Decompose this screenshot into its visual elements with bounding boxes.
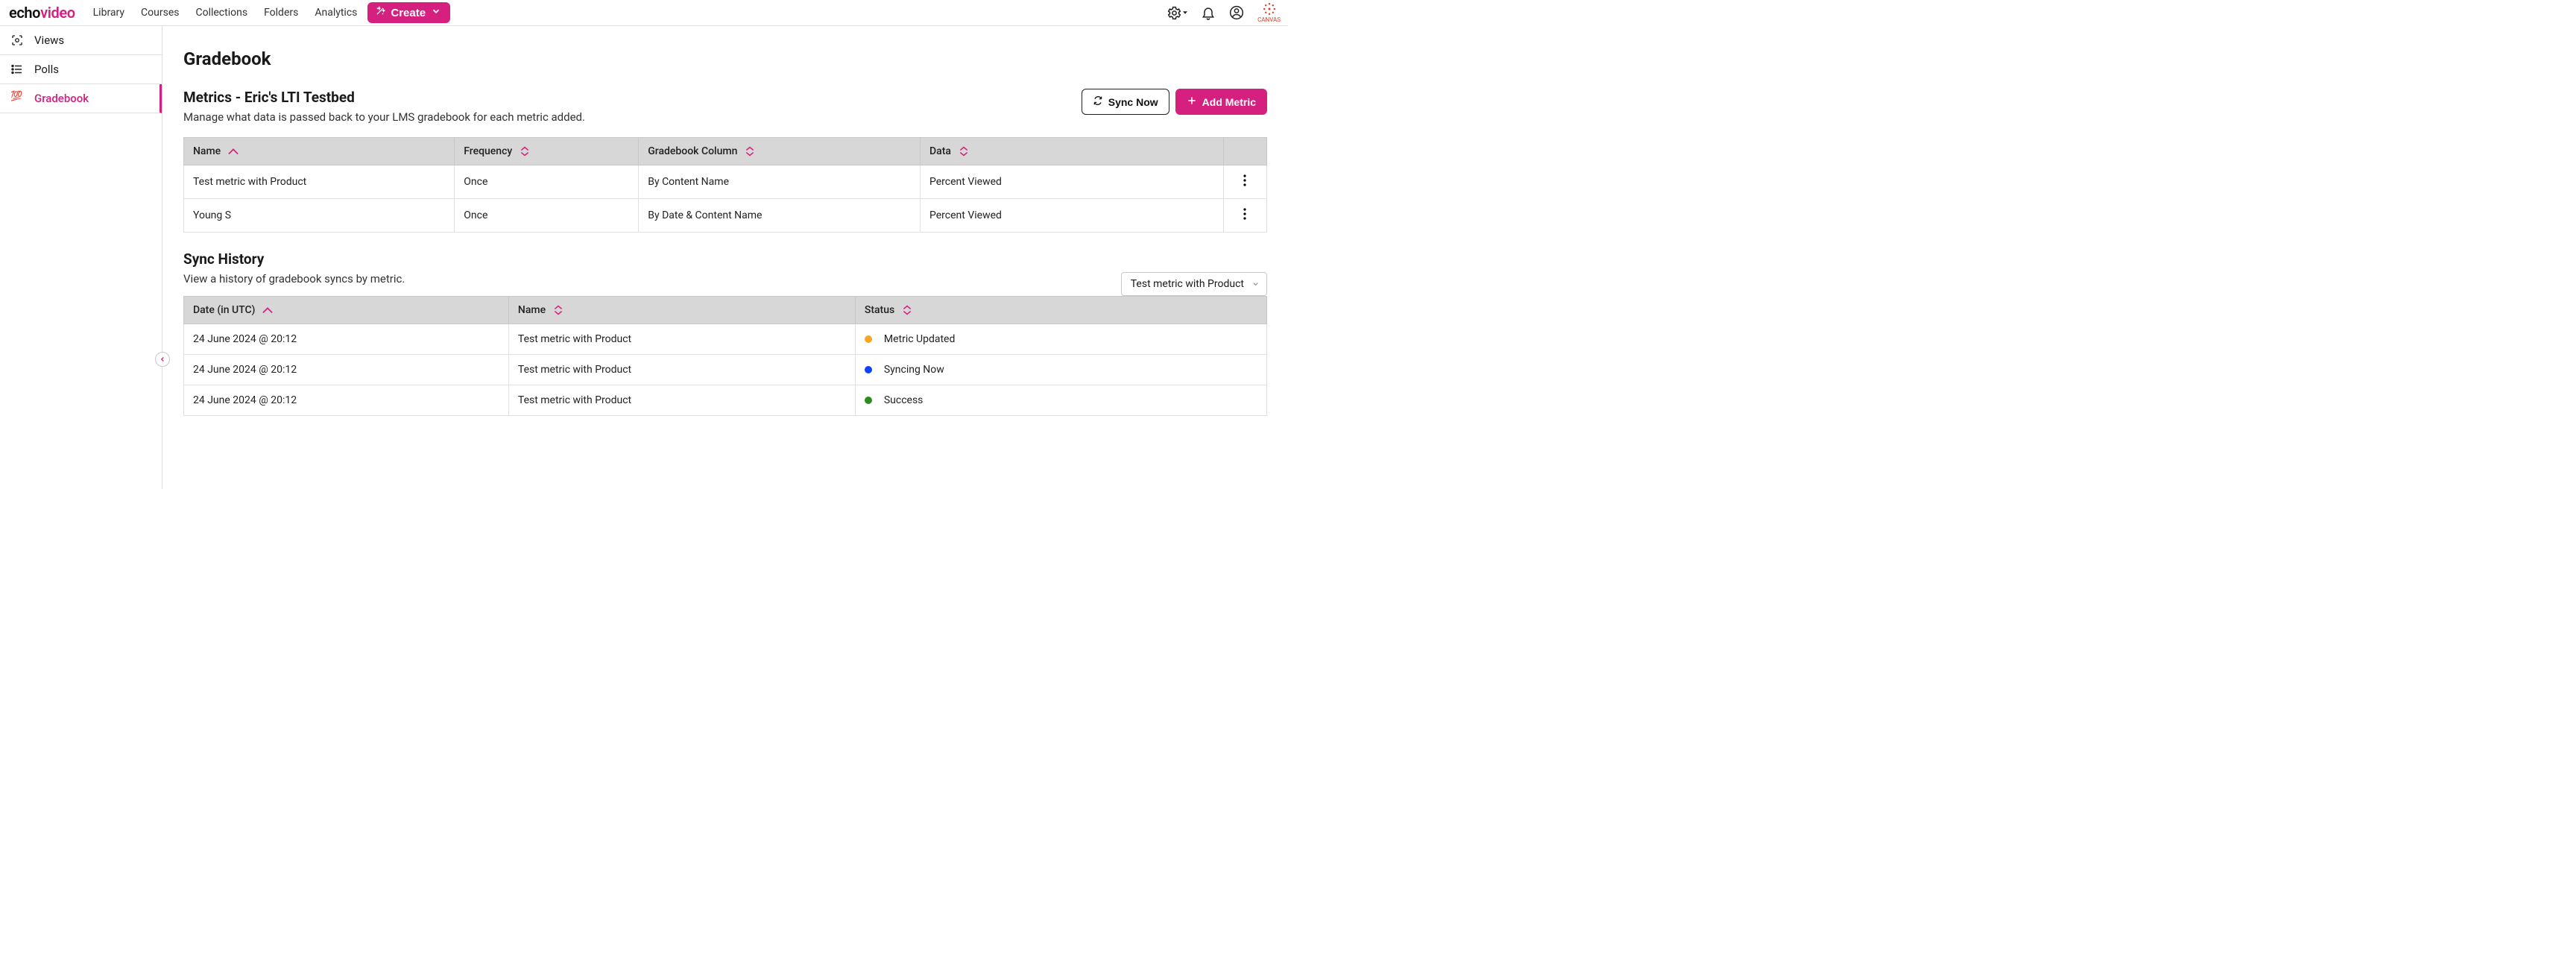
nav-collections[interactable]: Collections (195, 7, 247, 19)
sort-icon (553, 305, 564, 315)
plus-icon (1187, 95, 1197, 108)
page-title: Gradebook (183, 48, 1267, 69)
status-dot (865, 397, 872, 404)
metrics-section-header: Metrics - Eric's LTI Testbed Manage what… (183, 89, 1267, 134)
gradebook-icon: 💯 (10, 92, 24, 105)
sync-history-table: Date (in UTC) Name Status (183, 296, 1267, 416)
magic-wand-icon (375, 6, 385, 19)
status-text: Metric Updated (884, 333, 956, 345)
status-dot (865, 366, 872, 373)
sync-metric-filter[interactable]: Test metric with Product (1121, 272, 1267, 296)
metrics-col-data[interactable]: Data (921, 138, 1224, 165)
sync-now-button[interactable]: Sync Now (1082, 89, 1169, 115)
brand-part-1: echo (9, 4, 40, 22)
cell-column: By Content Name (639, 165, 921, 199)
sync-col-name[interactable]: Name (508, 297, 855, 324)
add-metric-label: Add Metric (1202, 96, 1256, 108)
row-actions-menu[interactable] (1243, 211, 1246, 223)
sync-col-status[interactable]: Status (855, 297, 1266, 324)
row-actions-menu[interactable] (1243, 177, 1246, 189)
sidebar-item-label: Polls (34, 63, 59, 76)
cell-name: Test metric with Product (184, 165, 455, 199)
canvas-integration-logo[interactable]: CANVAS (1257, 2, 1281, 23)
main-content: Gradebook Metrics - Eric's LTI Testbed M… (162, 26, 1288, 489)
cell-date: 24 June 2024 @ 20:12 (184, 355, 509, 385)
sidebar-item-label: Views (34, 34, 64, 47)
table-row: Young S Once By Date & Content Name Perc… (184, 199, 1267, 233)
brand-part-2: video (40, 4, 75, 22)
nav-courses[interactable]: Courses (141, 7, 179, 19)
cell-status: Metric Updated (855, 324, 1266, 355)
chevron-down-icon (1251, 280, 1260, 288)
sort-asc-icon (228, 146, 239, 157)
topbar: echovideo Library Courses Collections Fo… (0, 0, 1288, 26)
settings-icon[interactable] (1167, 5, 1187, 20)
cell-frequency: Once (455, 199, 639, 233)
sidebar-item-polls[interactable]: Polls (0, 55, 162, 84)
sidebar: Views Polls 💯 Gradebook (0, 26, 162, 489)
metrics-table: Name Frequency Gradebook Column (183, 137, 1267, 233)
sort-icon (520, 146, 530, 157)
sync-now-label: Sync Now (1108, 96, 1158, 108)
sync-heading: Sync History (183, 250, 405, 268)
sidebar-item-views[interactable]: Views (0, 26, 162, 55)
cell-date: 24 June 2024 @ 20:12 (184, 385, 509, 416)
topbar-actions: CANVAS (1167, 2, 1281, 23)
account-icon[interactable] (1229, 5, 1244, 20)
nav-library[interactable]: Library (93, 7, 124, 19)
sort-icon (745, 146, 755, 157)
add-metric-button[interactable]: Add Metric (1175, 89, 1267, 115)
sort-icon (959, 146, 969, 157)
sync-filter-selected: Test metric with Product (1131, 278, 1244, 290)
status-text: Syncing Now (884, 364, 944, 376)
cell-name: Test metric with Product (508, 324, 855, 355)
sidebar-collapse-handle[interactable] (155, 352, 170, 367)
refresh-icon (1093, 95, 1103, 108)
views-icon (10, 34, 24, 47)
top-nav: Library Courses Collections Folders Anal… (93, 7, 358, 19)
cell-column: By Date & Content Name (639, 199, 921, 233)
sort-asc-icon (262, 305, 273, 315)
cell-name: Young S (184, 199, 455, 233)
canvas-logo-label: CANVAS (1257, 16, 1281, 23)
sync-history-section: Sync History View a history of gradebook… (183, 250, 1267, 416)
metrics-col-gradebook-column[interactable]: Gradebook Column (639, 138, 921, 165)
nav-analytics[interactable]: Analytics (315, 7, 357, 19)
metrics-col-frequency[interactable]: Frequency (455, 138, 639, 165)
table-row: 24 June 2024 @ 20:12 Test metric with Pr… (184, 324, 1267, 355)
status-dot (865, 335, 872, 343)
sidebar-item-label: Gradebook (34, 92, 89, 105)
polls-icon (10, 63, 24, 76)
cell-status: Syncing Now (855, 355, 1266, 385)
sync-description: View a history of gradebook syncs by met… (183, 272, 405, 285)
metrics-col-actions (1223, 138, 1266, 165)
cell-data: Percent Viewed (921, 165, 1224, 199)
sort-icon (902, 305, 912, 315)
metrics-col-name[interactable]: Name (184, 138, 455, 165)
cell-frequency: Once (455, 165, 639, 199)
table-row: 24 June 2024 @ 20:12 Test metric with Pr… (184, 355, 1267, 385)
cell-date: 24 June 2024 @ 20:12 (184, 324, 509, 355)
table-row: Test metric with Product Once By Content… (184, 165, 1267, 199)
sidebar-item-gradebook[interactable]: 💯 Gradebook (0, 84, 162, 113)
cell-name: Test metric with Product (508, 355, 855, 385)
metrics-description: Manage what data is passed back to your … (183, 110, 585, 124)
chevron-down-icon (431, 6, 441, 19)
metrics-heading: Metrics - Eric's LTI Testbed (183, 89, 585, 106)
cell-status: Success (855, 385, 1266, 416)
create-button-label: Create (391, 7, 426, 19)
table-row: 24 June 2024 @ 20:12 Test metric with Pr… (184, 385, 1267, 416)
brand-logo[interactable]: echovideo (9, 4, 75, 22)
status-text: Success (884, 394, 924, 406)
sync-col-date[interactable]: Date (in UTC) (184, 297, 509, 324)
nav-folders[interactable]: Folders (264, 7, 298, 19)
cell-data: Percent Viewed (921, 199, 1224, 233)
notifications-icon[interactable] (1201, 5, 1216, 20)
cell-name: Test metric with Product (508, 385, 855, 416)
create-button[interactable]: Create (367, 2, 450, 23)
